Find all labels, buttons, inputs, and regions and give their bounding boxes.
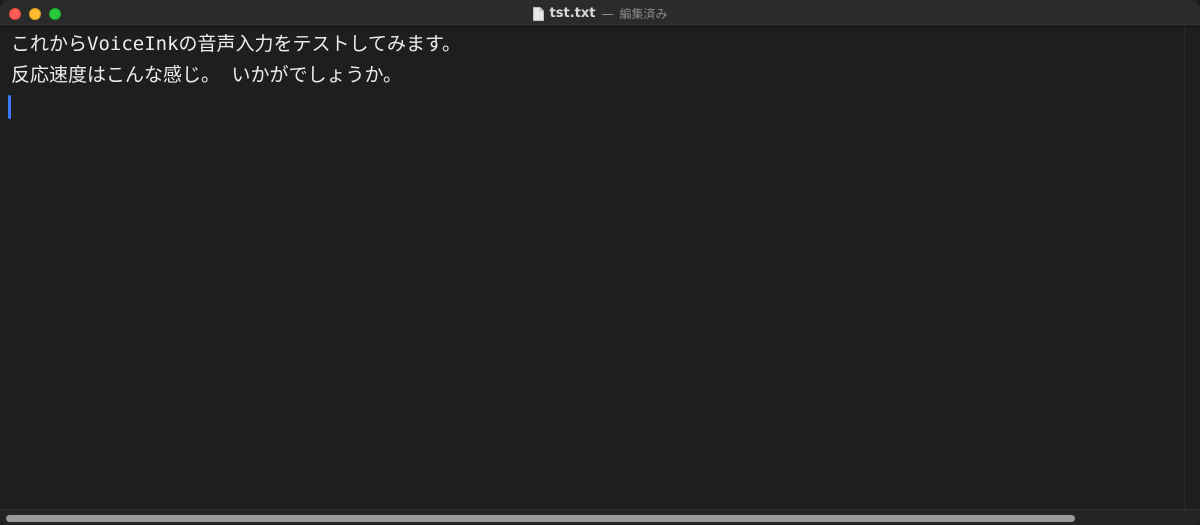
document-icon[interactable] [532,6,544,21]
edited-status[interactable]: 編集済み [619,5,667,22]
vertical-scrollbar[interactable] [1184,27,1200,509]
text-editor-area[interactable]: これからVoiceInkの音声入力をテストしてみます。 反応速度はこんな感じ。 … [0,27,1184,509]
text-line-2: 反応速度はこんな感じ。 いかがでしょうか。 [11,64,403,86]
text-line-1: これからVoiceInkの音声入力をテストしてみます。 [11,33,462,55]
window-title[interactable]: tst.txt [550,6,596,21]
zoom-window-button[interactable] [49,8,61,20]
title-separator: — [601,6,614,21]
text-caret [8,95,11,119]
textedit-window: tst.txt — 編集済み これからVoiceInkの音声入力をテストしてみま… [0,0,1200,525]
horizontal-scrollbar[interactable] [0,509,1200,525]
close-window-button[interactable] [9,8,21,20]
window-title-group: tst.txt — 編集済み [0,0,1200,27]
minimize-window-button[interactable] [29,8,41,20]
title-bar[interactable]: tst.txt — 編集済み [0,0,1200,27]
horizontal-scroll-thumb[interactable] [6,515,1076,522]
